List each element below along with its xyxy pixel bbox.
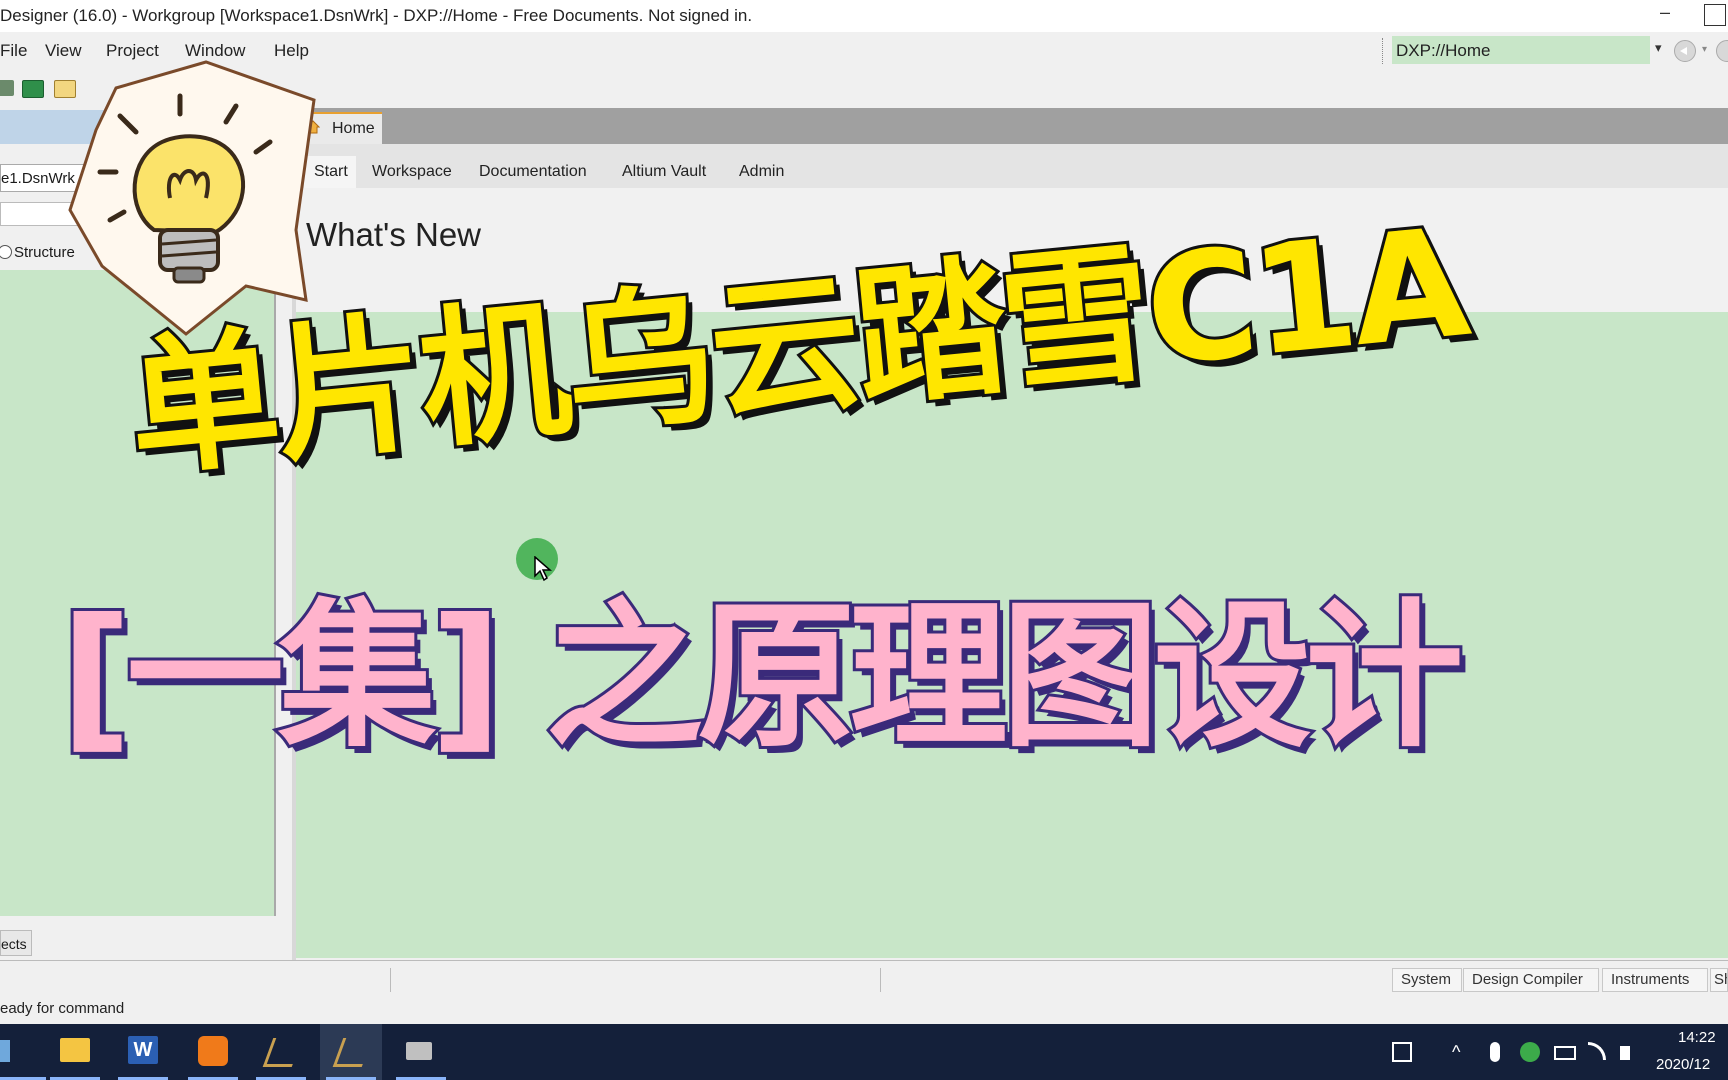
address-value: DXP://Home [1396, 41, 1491, 60]
panel-tab-instruments[interactable]: Instruments [1602, 968, 1708, 992]
panel-tab-system[interactable]: System [1392, 968, 1462, 992]
minimize-button[interactable]: – [1652, 2, 1678, 26]
toolbar-grip[interactable] [1382, 38, 1386, 64]
document-tab-strip [296, 108, 1728, 144]
nav-documentation[interactable]: Documentation [479, 163, 587, 181]
nav-start[interactable]: Start [314, 163, 348, 181]
tab-home-label: Home [332, 120, 375, 137]
back-history-icon[interactable]: ▾ [1702, 44, 1707, 55]
word-app-icon: W [128, 1036, 158, 1064]
menu-file[interactable]: File [0, 41, 27, 61]
panel-tab-design-compiler[interactable]: Design Compiler [1463, 968, 1599, 992]
speaker-icon[interactable] [1620, 1046, 1630, 1060]
maximize-button[interactable] [1704, 4, 1726, 26]
menu-view[interactable]: View [45, 41, 82, 61]
nav-admin[interactable]: Admin [739, 163, 784, 181]
microphone-icon[interactable] [1490, 1042, 1500, 1062]
address-input[interactable]: DXP://Home [1392, 36, 1650, 64]
status-divider [390, 968, 391, 992]
battery-icon[interactable] [1554, 1046, 1576, 1060]
taskbar-recorder[interactable] [390, 1024, 452, 1080]
open-project-icon[interactable] [0, 80, 14, 96]
back-icon[interactable] [1674, 40, 1696, 62]
recorder-app-icon [406, 1042, 432, 1060]
calendar-app-icon [0, 1040, 10, 1062]
taskbar-word[interactable]: W [112, 1024, 174, 1080]
address-dropdown-icon[interactable]: ▾ [1655, 40, 1662, 56]
taskbar-altium-1[interactable] [250, 1024, 312, 1080]
taskbar-file-explorer[interactable] [44, 1024, 106, 1080]
nav-workspace[interactable]: Workspace [372, 163, 452, 181]
clock-date[interactable]: 2020/12 [1656, 1056, 1710, 1073]
title-bar: Designer (16.0) - Workgroup [Workspace1.… [0, 0, 1728, 32]
clock-time[interactable]: 14:22 [1678, 1029, 1716, 1046]
nav-altium-vault[interactable]: Altium Vault [622, 163, 706, 181]
whats-new-heading: What's New [306, 216, 482, 253]
status-divider [880, 968, 881, 992]
folder-app-icon [60, 1038, 90, 1062]
pdf-app-icon [198, 1036, 228, 1066]
window-title: Designer (16.0) - Workgroup [Workspace1.… [0, 6, 753, 25]
overlay-subtitle: [一集] 之原理图设计 [57, 582, 1466, 772]
taskbar-pdf[interactable] [182, 1024, 244, 1080]
altium-app-icon [262, 1038, 303, 1067]
altium-app-icon [332, 1038, 373, 1067]
menu-window[interactable]: Window [185, 41, 245, 61]
menu-project[interactable]: Project [106, 41, 159, 61]
panel-tab-shortcuts[interactable]: Sh [1710, 968, 1728, 992]
menu-help[interactable]: Help [274, 41, 309, 61]
workspace-name: e1.DsnWrk [1, 170, 75, 187]
input-method-icon[interactable] [1392, 1042, 1412, 1062]
projects-tab-label: ects [1, 936, 27, 952]
chevron-up-icon[interactable]: ^ [1452, 1042, 1460, 1063]
green-app-icon[interactable] [1520, 1042, 1540, 1062]
status-text: eady for command [0, 1000, 125, 1017]
mouse-cursor-icon [534, 556, 552, 582]
pcb-icon[interactable] [22, 80, 44, 98]
projects-tab[interactable]: ects [0, 930, 32, 956]
taskbar-altium-2[interactable] [320, 1024, 382, 1080]
